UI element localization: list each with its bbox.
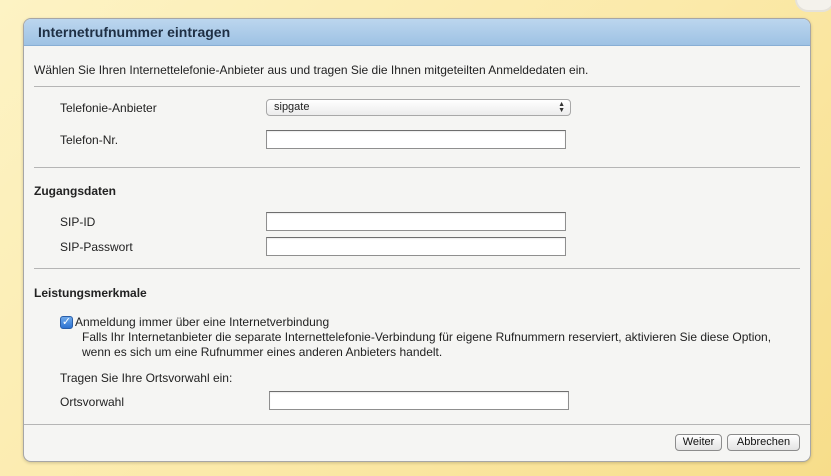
next-button[interactable]: Weiter <box>675 434 722 451</box>
cancel-button[interactable]: Abbrechen <box>727 434 800 451</box>
provider-select-value: sipgate <box>274 101 310 113</box>
phone-label: Telefon-Nr. <box>60 133 119 147</box>
area-code-input[interactable] <box>269 391 569 410</box>
dialog-title: Internetrufnummer eintragen <box>24 19 810 46</box>
provider-select[interactable]: sipgate ▲ ▼ <box>266 99 571 116</box>
divider <box>34 86 800 87</box>
sip-id-input[interactable] <box>266 212 566 231</box>
internet-login-description: Falls Ihr Internetanbieter die separate … <box>82 330 772 359</box>
internet-login-checkbox[interactable]: ✓ <box>60 316 73 329</box>
footer-divider <box>24 424 810 425</box>
window-corner-decoration <box>795 0 831 12</box>
checkmark-icon: ✓ <box>61 316 72 328</box>
divider <box>34 268 800 269</box>
internet-login-label: Anmeldung immer über eine Internetverbin… <box>75 315 330 329</box>
features-section-title: Leistungsmerkmale <box>34 286 147 300</box>
area-code-label: Ortsvorwahl <box>60 395 125 409</box>
phone-input[interactable] <box>266 130 566 149</box>
up-down-arrows-icon: ▲ ▼ <box>558 100 565 114</box>
sip-password-input[interactable] <box>266 237 566 256</box>
area-code-prompt: Tragen Sie Ihre Ortsvorwahl ein: <box>60 371 233 385</box>
access-section-title: Zugangsdaten <box>34 184 117 198</box>
sip-id-label: SIP-ID <box>60 215 96 229</box>
intro-text: Wählen Sie Ihren Internettelefonie-Anbie… <box>34 63 589 77</box>
provider-label: Telefonie-Anbieter <box>60 101 157 115</box>
sip-password-label: SIP-Passwort <box>60 240 133 254</box>
divider <box>34 167 800 168</box>
dialog-panel: Internetrufnummer eintragen Wählen Sie I… <box>23 18 811 462</box>
